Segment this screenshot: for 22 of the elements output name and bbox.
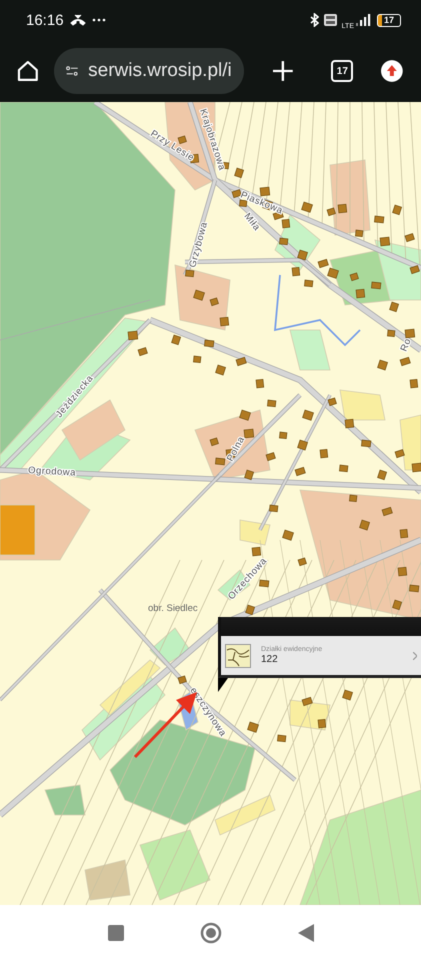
street-label: Ro bbox=[398, 336, 414, 354]
home-icon[interactable] bbox=[16, 59, 40, 83]
new-tab-icon[interactable] bbox=[272, 60, 294, 82]
site-settings-icon[interactable] bbox=[66, 64, 78, 78]
back-button[interactable] bbox=[298, 924, 314, 942]
missed-call-icon bbox=[70, 14, 86, 26]
recents-button[interactable] bbox=[108, 924, 124, 940]
home-button[interactable] bbox=[200, 922, 222, 944]
battery-indicator: 17 bbox=[377, 14, 401, 26]
tab-switcher-button[interactable]: 17 bbox=[331, 60, 354, 82]
upload-icon[interactable] bbox=[381, 60, 403, 82]
bluetooth-icon bbox=[310, 13, 319, 27]
signal-icon bbox=[356, 14, 372, 26]
address-bar[interactable]: serwis.wrosip.pl/i bbox=[54, 48, 244, 94]
street-label: Ogrodowa bbox=[28, 465, 76, 478]
map-drawing[interactable] bbox=[0, 102, 421, 905]
clock-time: 16:16 bbox=[26, 12, 64, 28]
district-label: obr. Siedlec bbox=[148, 603, 198, 614]
more-icon bbox=[92, 18, 106, 22]
chevron-icon[interactable] bbox=[413, 652, 417, 660]
parcel-number: 122 bbox=[261, 654, 279, 665]
parcel-map-icon bbox=[225, 644, 251, 668]
